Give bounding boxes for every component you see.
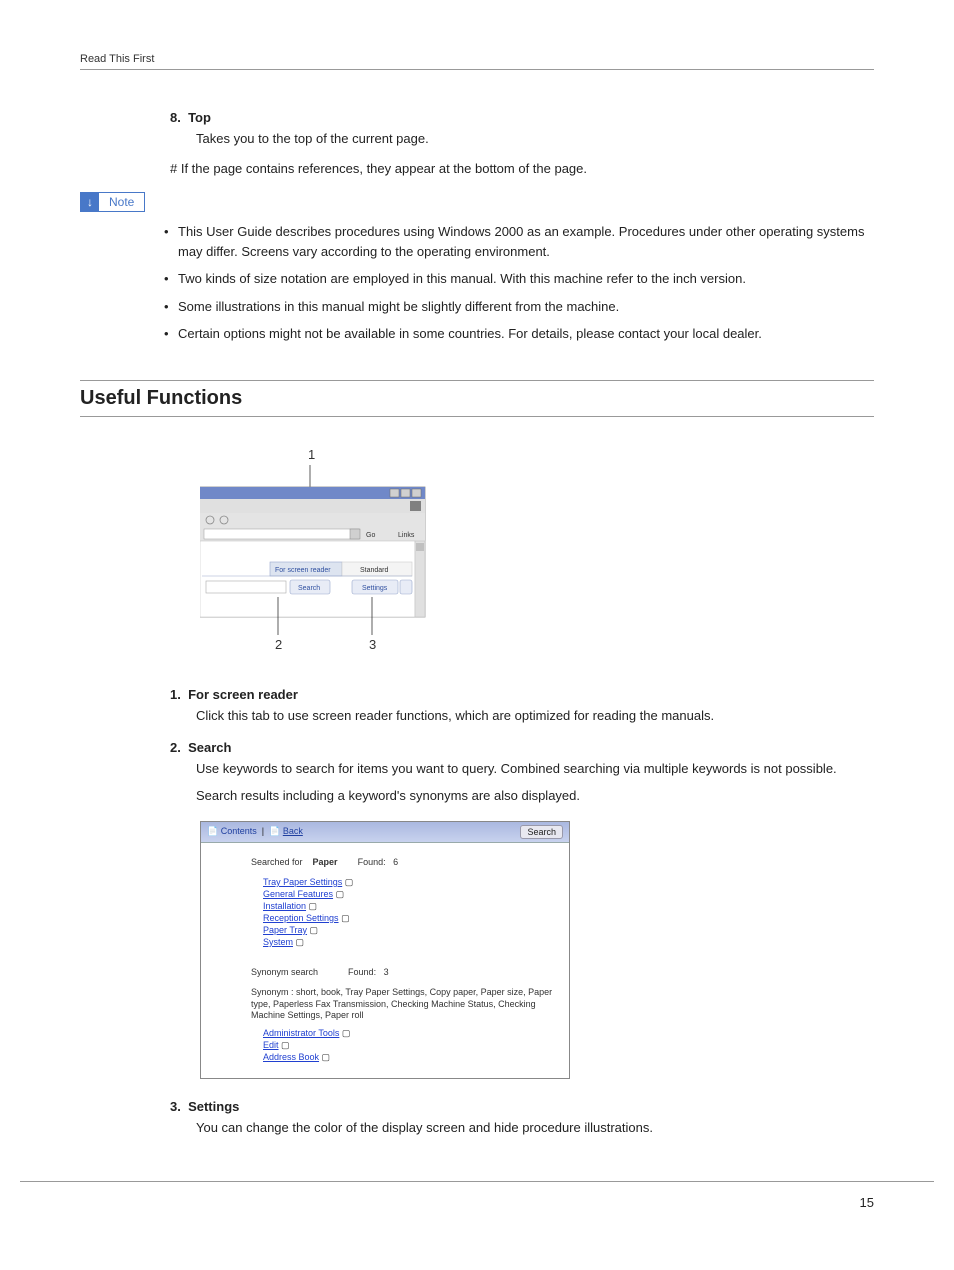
- callout-3: 3: [369, 637, 376, 652]
- search-result-link[interactable]: General Features: [263, 889, 333, 899]
- list-item-1: 1. For screen reader Click this tab to u…: [170, 687, 874, 727]
- contents-button[interactable]: 📄 Contents: [207, 826, 257, 836]
- search-result-link[interactable]: Installation: [263, 901, 306, 911]
- synonym-search-label: Synonym search: [251, 967, 318, 977]
- figure-search-results: 📄 Contents | 📄 Back Search Searched for …: [200, 821, 570, 1079]
- back-button[interactable]: 📄 Back: [269, 826, 303, 836]
- search-result-link[interactable]: Tray Paper Settings: [263, 877, 342, 887]
- note-item: Two kinds of size notation are employed …: [162, 269, 874, 289]
- list-item-8: 8. Top Takes you to the top of the curre…: [170, 110, 874, 149]
- item-number: 2.: [170, 740, 181, 755]
- found-label: Found:: [348, 967, 376, 977]
- note-item: Some illustrations in this manual might …: [162, 297, 874, 317]
- reference-note: # If the page contains references, they …: [170, 159, 874, 179]
- page-number: 15: [860, 1195, 874, 1210]
- svg-text:Go: Go: [366, 532, 375, 539]
- search-keyword: Paper: [313, 857, 338, 867]
- search-button: Search: [298, 585, 320, 592]
- item-number: 8.: [170, 110, 181, 125]
- section-title: Useful Functions: [80, 380, 874, 417]
- item-title: Search: [188, 740, 231, 755]
- footer-divider: [20, 1181, 934, 1182]
- callout-1: 1: [308, 447, 315, 462]
- search-result-link[interactable]: Reception Settings: [263, 913, 339, 923]
- search-result-link[interactable]: System: [263, 937, 293, 947]
- found-label: Found:: [358, 857, 386, 867]
- list-item-3: 3. Settings You can change the color of …: [170, 1099, 874, 1139]
- list-item-2: 2. Search Use keywords to search for ite…: [170, 740, 874, 807]
- page-header: Read This First: [80, 53, 154, 65]
- notes-list: This User Guide describes procedures usi…: [162, 222, 874, 344]
- item-number: 3.: [170, 1099, 181, 1114]
- settings-button: Settings: [362, 585, 388, 592]
- synonym-text: Synonym : short, book, Tray Paper Settin…: [251, 987, 555, 1022]
- note-label: Note: [99, 195, 144, 209]
- item-title: For screen reader: [188, 687, 298, 702]
- search-result-link[interactable]: Address Book: [263, 1052, 319, 1062]
- item-number: 1.: [170, 687, 181, 702]
- search-result-link[interactable]: Administrator Tools: [263, 1028, 339, 1038]
- figure-useful-functions: 1 Go Links: [200, 447, 874, 657]
- note-badge: ↓ Note: [80, 192, 145, 212]
- tab-standard: Standard: [360, 567, 389, 574]
- item-body: You can change the color of the display …: [170, 1118, 874, 1139]
- searched-for-label: Searched for: [251, 857, 303, 867]
- item-title: Top: [188, 110, 211, 125]
- search-button[interactable]: Search: [520, 825, 563, 839]
- tab-screen-reader: For screen reader: [275, 567, 331, 574]
- found-count: 6: [393, 857, 398, 867]
- item-body: Click this tab to use screen reader func…: [170, 706, 874, 727]
- item-title: Settings: [188, 1099, 239, 1114]
- item-body: Use keywords to search for items you wan…: [170, 759, 874, 807]
- note-item: Certain options might not be available i…: [162, 324, 874, 344]
- search-result-link[interactable]: Edit: [263, 1040, 279, 1050]
- svg-text:Links: Links: [398, 532, 415, 539]
- search-result-link[interactable]: Paper Tray: [263, 925, 307, 935]
- note-item: This User Guide describes procedures usi…: [162, 222, 874, 261]
- item-body: Takes you to the top of the current page…: [170, 129, 874, 149]
- down-arrow-icon: ↓: [81, 193, 99, 211]
- callout-2: 2: [275, 637, 282, 652]
- found-count: 3: [384, 967, 389, 977]
